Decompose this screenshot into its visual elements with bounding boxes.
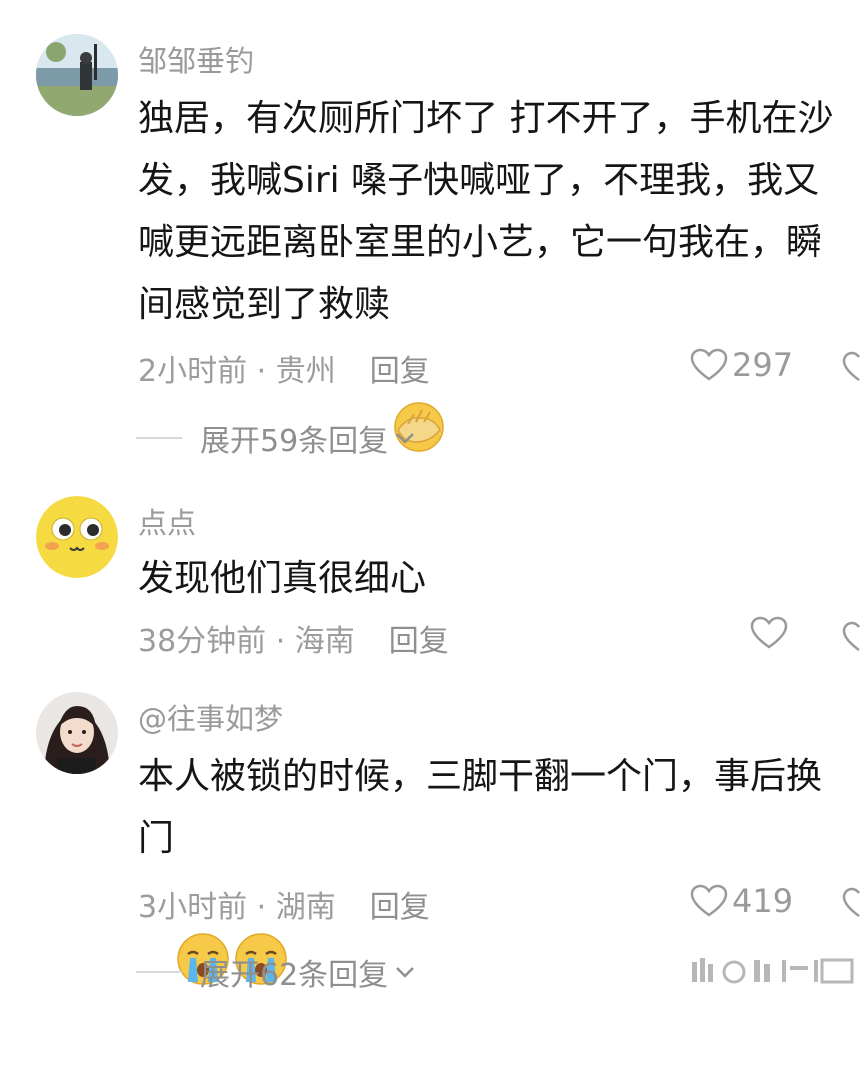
expand-replies[interactable]: 展开62条回复 (136, 950, 418, 994)
username[interactable]: 邹邹垂钓 (138, 38, 254, 80)
expand-replies-label: 展开62条回复 (200, 958, 389, 993)
reply-button[interactable]: 回复 (370, 354, 430, 389)
divider-line (136, 971, 182, 973)
location: 海南 (294, 624, 355, 659)
broken-heart-icon[interactable] (842, 350, 863, 384)
chevron-down-icon (396, 433, 415, 444)
crying-emoji-icon (174, 806, 232, 985)
heart-icon (690, 884, 728, 917)
heart-icon (750, 616, 788, 649)
location: 贵州 (275, 354, 336, 389)
comment-meta: 3小时前 · 湖南 回复 (138, 890, 430, 925)
timestamp: 2小时前 (138, 354, 248, 389)
like-count: 297 (732, 346, 794, 384)
watermark-icon (692, 958, 854, 984)
expand-replies-label: 展开59条回复 (200, 424, 389, 459)
heart-icon (690, 348, 728, 381)
reply-button[interactable]: 回复 (389, 624, 449, 659)
broken-heart-icon[interactable] (842, 620, 863, 654)
timestamp: 3小时前 (138, 890, 248, 925)
comment-text: 发现他们真很细心 (138, 558, 427, 599)
like-button[interactable]: 419 (690, 882, 793, 920)
like-button[interactable] (750, 616, 788, 650)
like-button[interactable]: 297 (690, 346, 793, 384)
avatar[interactable] (36, 692, 118, 774)
like-count: 419 (732, 882, 794, 920)
location: 湖南 (275, 890, 336, 925)
avatar[interactable] (36, 496, 118, 578)
comment-text: 独居，有次厕所门坏了 打不开了，手机在沙 发，我喊Siri 嗓子快喊哑了，不理我… (138, 88, 863, 452)
chevron-down-icon (396, 967, 415, 978)
comment-meta: 38分钟前 · 海南 回复 (138, 624, 449, 659)
divider-line (136, 437, 182, 439)
broken-heart-icon[interactable] (842, 886, 863, 920)
comment-text: 本人被锁的时候，三脚干翻一个门，事后换 门 (138, 746, 863, 985)
avatar[interactable] (36, 34, 118, 116)
expand-replies[interactable]: 展开59条回复 (136, 416, 418, 460)
username[interactable]: @往事如梦 (138, 696, 283, 738)
reply-button[interactable]: 回复 (370, 890, 430, 925)
username[interactable]: 点点 (138, 500, 196, 542)
timestamp: 38分钟前 (138, 624, 267, 659)
crying-emoji-icon (232, 806, 290, 985)
comment-meta: 2小时前 · 贵州 回复 (138, 354, 430, 389)
facepalm-emoji-icon (390, 272, 448, 452)
